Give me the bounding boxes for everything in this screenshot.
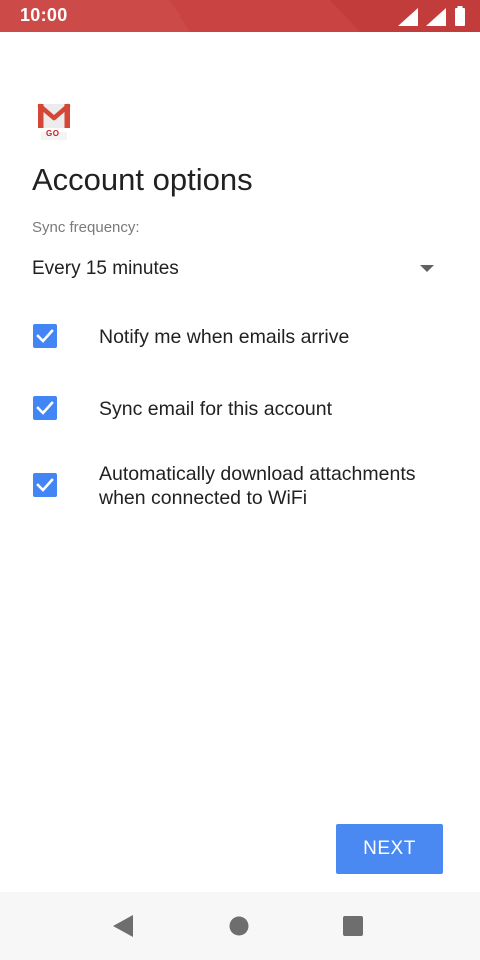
status-icons	[398, 6, 466, 26]
page-title: Account options	[32, 162, 253, 197]
wifi-signal-icon	[398, 8, 418, 26]
battery-icon	[454, 6, 466, 26]
option-sync-email[interactable]: Sync email for this account	[32, 396, 462, 422]
option-notify-emails[interactable]: Notify me when emails arrive	[32, 324, 462, 350]
cell-signal-icon	[426, 8, 446, 26]
status-time: 10:00	[20, 5, 68, 25]
home-icon[interactable]	[229, 916, 249, 936]
sync-frequency-dropdown[interactable]: Every 15 minutes	[32, 255, 444, 287]
sync-email-checkbox[interactable]	[33, 396, 57, 420]
navigation-bar	[0, 892, 480, 960]
sync-frequency-value: Every 15 minutes	[32, 258, 179, 279]
notify-checkbox[interactable]	[33, 324, 57, 348]
status-bar: 10:00	[0, 0, 480, 32]
account-options-screen: 10:00 GO Account options Sync frequency:…	[0, 0, 480, 960]
notify-label: Notify me when emails arrive	[99, 326, 350, 348]
auto-download-label: Automatically download attachments when …	[99, 463, 416, 509]
next-button[interactable]: NEXT	[336, 824, 443, 874]
sync-frequency-label: Sync frequency:	[32, 219, 140, 236]
sync-email-label: Sync email for this account	[99, 398, 333, 420]
logo-go-text: GO	[46, 129, 60, 138]
dropdown-arrow-icon	[420, 265, 434, 273]
auto-download-checkbox[interactable]	[33, 473, 57, 497]
option-auto-download[interactable]: Automatically download attachments when …	[32, 462, 462, 512]
back-icon[interactable]	[113, 915, 133, 937]
recents-icon[interactable]	[343, 916, 363, 936]
